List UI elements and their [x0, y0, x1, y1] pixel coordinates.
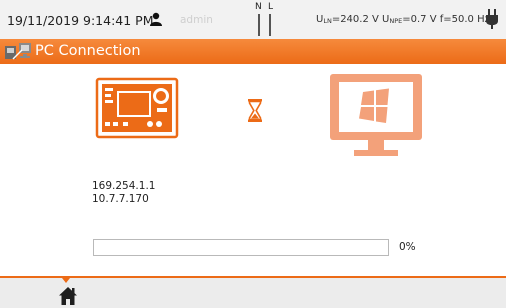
- title-bar: PC Connection: [0, 39, 506, 64]
- l-line: [269, 14, 271, 36]
- user-icon: [150, 12, 162, 26]
- progress-percent: 0%: [399, 241, 416, 253]
- hourglass-icon: [248, 99, 262, 122]
- progress-bar: [93, 239, 389, 256]
- home-icon: [59, 287, 77, 305]
- plug-icon: [486, 9, 498, 29]
- meter-device-icon: [95, 77, 179, 139]
- u-ln-reading: ULN=240.2 V: [316, 14, 379, 25]
- pc-connection-icon: [5, 43, 31, 60]
- page-title: PC Connection: [35, 43, 141, 59]
- n-label: N: [255, 2, 262, 12]
- voltage-readings: ULN=240.2 V UNPE=0.7 V f=50.0 Hz: [316, 14, 490, 25]
- pc-monitor-icon: [330, 74, 422, 156]
- active-tab-marker: [62, 278, 70, 283]
- frequency-reading: f=50.0 Hz: [439, 14, 490, 25]
- n-line: [258, 14, 260, 36]
- ip-address-2: 10.7.7.170: [92, 193, 149, 205]
- user-name: admin: [180, 14, 213, 26]
- nl-indicator: N L: [255, 2, 277, 36]
- l-label: L: [268, 2, 274, 12]
- datetime: 19/11/2019 9:14:41 PM: [7, 13, 154, 28]
- home-button[interactable]: [58, 286, 78, 306]
- u-npe-reading: UNPE=0.7 V: [382, 14, 437, 25]
- status-bar: 19/11/2019 9:14:41 PM admin N L ULN=240.…: [0, 0, 506, 39]
- ip-address-1: 169.254.1.1: [92, 180, 156, 192]
